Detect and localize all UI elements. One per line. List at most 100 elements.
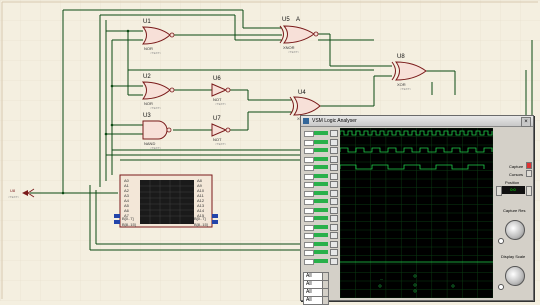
position-left-button[interactable] (496, 186, 502, 196)
channel-led[interactable] (330, 215, 338, 222)
channel-label (304, 216, 314, 222)
channel-indicator (314, 207, 328, 212)
channel-label (304, 224, 314, 231)
cursors-button[interactable] (526, 170, 532, 177)
channel-led[interactable] (330, 223, 338, 231)
pg-bus-br1: B[8..15] (194, 222, 208, 227)
capture-res-knob[interactable] (505, 220, 525, 240)
channel-led[interactable] (330, 232, 338, 239)
bus-select-value: All (306, 289, 312, 295)
channel-row[interactable] (303, 223, 339, 231)
channel-row[interactable] (303, 181, 339, 188)
channel-led[interactable] (330, 164, 338, 171)
capture-res-radio[interactable] (498, 238, 504, 244)
channel-label (304, 139, 314, 146)
channel-row[interactable] (303, 206, 339, 214)
gate-ref-u2: U2 (143, 74, 151, 80)
channel-indicator (314, 190, 328, 195)
gate-text-u7: <TEXT> (215, 142, 227, 146)
channel-indicator (314, 224, 328, 229)
bus-select-value: All (306, 297, 312, 303)
gate-ref-u8: U8 (397, 54, 405, 60)
channel-row[interactable] (303, 215, 339, 222)
position-display: 0:0 (501, 186, 525, 194)
channel-indicator (314, 165, 328, 169)
channel-label (304, 131, 314, 137)
logic-analyser-display[interactable]: — (340, 128, 493, 298)
channel-indicator (314, 139, 328, 144)
gate-text-u1: <TEXT> (150, 51, 162, 55)
channel-row[interactable] (303, 130, 339, 137)
channel-row[interactable] (303, 249, 339, 256)
display-scale-radio[interactable] (498, 284, 504, 290)
bus-select-value: All (306, 273, 312, 279)
pg-bus-bl1: B[8..15] (122, 222, 136, 227)
logic-analyser-titlebar[interactable]: VSM Logic Analyser × (301, 116, 533, 127)
channel-row[interactable] (303, 155, 339, 163)
close-button[interactable]: × (521, 117, 531, 127)
channel-row[interactable] (303, 232, 339, 239)
channel-list (303, 128, 339, 268)
channel-row[interactable] (303, 164, 339, 171)
channel-row[interactable] (303, 147, 339, 154)
gate-ref-u5: U5 (282, 17, 290, 23)
channel-led[interactable] (330, 155, 338, 163)
gate-text-u3: <TEXT> (150, 146, 162, 150)
channel-label (304, 190, 314, 197)
channel-led[interactable] (330, 189, 338, 197)
probe-text: <TEXT> (8, 195, 20, 199)
gate-ref-u4: U4 (298, 90, 306, 96)
channel-indicator (314, 241, 328, 246)
channel-indicator (314, 156, 328, 161)
channel-led[interactable] (330, 240, 338, 248)
channel-row[interactable] (303, 240, 339, 248)
channel-label (304, 173, 314, 180)
gate-ref-u1: U1 (143, 19, 151, 25)
channel-label (304, 207, 314, 214)
channel-indicator (314, 131, 328, 135)
channel-led[interactable] (330, 147, 338, 154)
channel-label (304, 241, 314, 248)
channel-row[interactable] (303, 257, 339, 265)
channel-label (304, 199, 314, 205)
channel-indicator (314, 250, 328, 254)
gate-pin-a-u5: A (296, 17, 301, 23)
channel-led[interactable] (330, 206, 338, 214)
channel-label (304, 148, 314, 154)
channel-led[interactable] (330, 198, 338, 205)
window-title: VSM Logic Analyser (312, 118, 357, 124)
gate-ref-u6: U6 (213, 76, 221, 82)
channel-indicator (314, 233, 328, 237)
gate-ref-u7: U7 (213, 116, 221, 122)
channel-row[interactable] (303, 172, 339, 180)
display-scale-label: Display Scale (501, 254, 526, 259)
channel-led[interactable] (330, 172, 338, 180)
channel-led[interactable] (330, 138, 338, 146)
cursors-label: Cursors (509, 172, 524, 177)
pg-bus-br0: B[0..7] (194, 216, 206, 221)
channel-indicator (314, 216, 328, 220)
capture-button[interactable] (526, 162, 532, 169)
position-right-button[interactable] (526, 186, 532, 196)
channel-row[interactable] (303, 198, 339, 205)
logic-analyser-window[interactable]: VSM Logic Analyser × All All All All — Capt… (300, 115, 534, 305)
channel-label (304, 233, 314, 239)
channel-row[interactable] (303, 189, 339, 197)
channel-led[interactable] (330, 130, 338, 137)
position-label: Position (505, 180, 520, 185)
app-icon (303, 118, 309, 124)
channel-indicator (314, 199, 328, 203)
display-scale-knob[interactable] (505, 266, 525, 286)
channel-label (304, 258, 314, 265)
probe-label: U8 (10, 188, 16, 193)
channel-led[interactable] (330, 249, 338, 256)
capture-res-label: Capture Res (503, 208, 526, 213)
channel-label (304, 165, 314, 171)
channel-row[interactable] (303, 138, 339, 146)
channel-led[interactable] (330, 181, 338, 188)
pg-bus-bl0: B[0..7] (122, 216, 134, 221)
gate-text-u5: <TEXT> (288, 50, 300, 54)
channel-label (304, 182, 314, 188)
channel-led[interactable] (330, 257, 338, 265)
channel-indicator (314, 258, 328, 263)
